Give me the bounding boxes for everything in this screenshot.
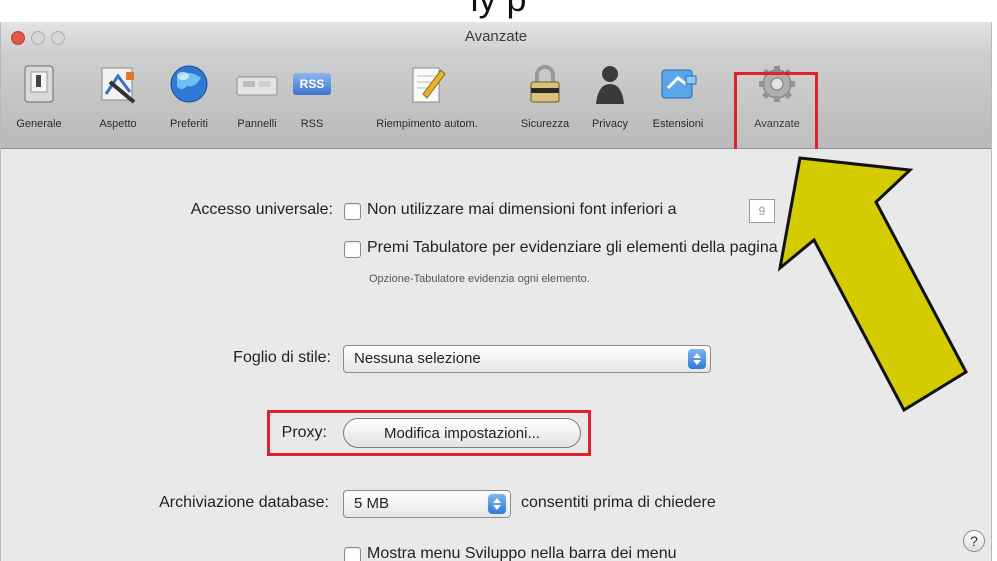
rss-badge: RSS <box>293 73 331 95</box>
database-suffix: consentiti prima di chiedere <box>521 494 716 511</box>
cropped-caption: ly p <box>0 0 997 20</box>
stylesheet-select[interactable]: Nessuna selezione <box>343 345 711 373</box>
edit-proxy-settings-button[interactable]: Modifica impostazioni... <box>343 418 581 448</box>
tab-generale[interactable]: Generale <box>9 60 69 142</box>
tab-label: Estensioni <box>652 118 704 130</box>
small-fonts-checkbox[interactable] <box>344 203 361 220</box>
tab-label: Aspetto <box>99 118 137 130</box>
cropped-caption-strip: ly p <box>0 0 997 22</box>
popup-arrows-icon <box>688 349 706 369</box>
develop-menu-checkbox[interactable] <box>344 547 361 561</box>
proxy-label: Proxy: <box>281 424 327 441</box>
tab-highlight-text: Premi Tabulatore per evidenziare gli ele… <box>367 239 778 256</box>
popup-arrows-icon <box>488 494 506 514</box>
tab-riempimento-autom[interactable]: Riempimento autom. <box>347 60 507 142</box>
database-label: Archiviazione database: <box>159 494 329 511</box>
database-value: 5 MB <box>354 495 390 512</box>
lock-icon <box>521 60 569 108</box>
appearance-icon <box>94 60 142 108</box>
help-button[interactable]: ? <box>963 530 985 552</box>
tab-sicurezza[interactable]: Sicurezza <box>513 60 577 142</box>
tab-label: RSS <box>300 118 324 130</box>
window-title: Avanzate <box>464 28 528 45</box>
tab-hint: Opzione-Tabulatore evidenzia ogni elemen… <box>369 273 590 285</box>
stylesheet-label: Foglio di stile: <box>233 349 331 366</box>
autofill-pencil-icon <box>403 60 451 108</box>
general-icon <box>15 60 63 108</box>
callout-arrow-icon <box>777 156 968 413</box>
tab-pannelli[interactable]: Pannelli <box>227 60 287 142</box>
tab-label: Sicurezza <box>520 118 570 130</box>
tabs-icon <box>233 60 281 108</box>
rss-icon: RSS <box>288 60 336 108</box>
database-size-select[interactable]: 5 MB <box>343 490 511 518</box>
tab-highlight-checkbox[interactable] <box>344 241 361 258</box>
tab-preferiti[interactable]: Preferiti <box>157 60 221 142</box>
develop-menu-text: Mostra menu Sviluppo nella barra dei men… <box>367 545 677 561</box>
stylesheet-value: Nessuna selezione <box>354 350 481 367</box>
tab-label: Pannelli <box>237 118 277 130</box>
small-fonts-text: Non utilizzare mai dimensioni font infer… <box>367 201 677 218</box>
tab-estensioni[interactable]: Estensioni <box>643 60 713 142</box>
title-bar: Avanzate <box>1 22 991 52</box>
tab-aspetto[interactable]: Aspetto <box>83 60 153 142</box>
tab-rss[interactable]: RSS RSS <box>287 60 337 142</box>
extensions-icon <box>654 60 702 108</box>
tab-label: Preferiti <box>170 118 208 130</box>
tab-label: Riempimento autom. <box>376 118 478 130</box>
privacy-person-icon <box>586 60 634 108</box>
tab-privacy[interactable]: Privacy <box>583 60 637 142</box>
universal-access-label: Accesso universale: <box>190 201 333 218</box>
bookmarks-globe-icon <box>165 60 213 108</box>
preferences-toolbar: Generale Aspetto Preferiti Pannelli RSS … <box>1 52 991 174</box>
tab-label: Privacy <box>591 118 629 130</box>
tab-label: Generale <box>16 118 62 130</box>
